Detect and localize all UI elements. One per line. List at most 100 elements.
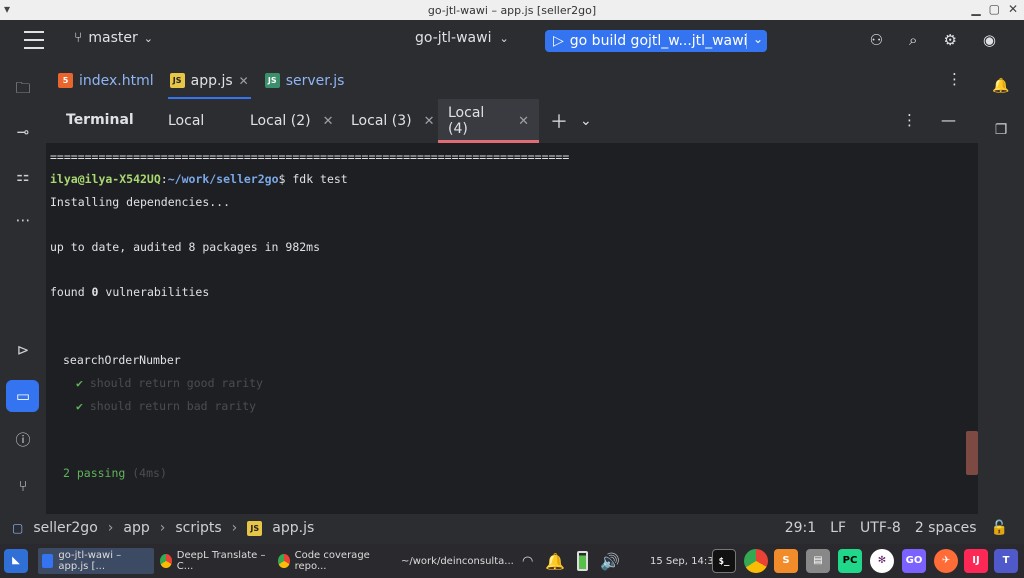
structure-icon[interactable]: ⚏ bbox=[13, 166, 33, 186]
terminal-header-actions: ⋮ — bbox=[902, 111, 956, 129]
terminal-tab-label: Local (4) bbox=[448, 105, 485, 137]
branch-selector[interactable]: ⑂ master ⌄ bbox=[74, 30, 153, 46]
cursor-position[interactable]: 29:1 bbox=[785, 520, 816, 536]
taskbar-item[interactable]: DeepL Translate – C... bbox=[156, 548, 272, 574]
minimize-icon[interactable]: ▁ bbox=[971, 2, 980, 16]
postman-app-icon[interactable]: ✈ bbox=[934, 549, 958, 573]
chrome-icon bbox=[278, 554, 290, 568]
taskbar-item-label: ~/work/deinconsulta... bbox=[401, 555, 514, 567]
tab-label: app.js bbox=[190, 72, 233, 89]
tab-server-js[interactable]: JS server.js bbox=[257, 62, 353, 99]
sublime-app-icon[interactable]: S bbox=[774, 549, 798, 573]
gear-icon[interactable]: ⚙ bbox=[943, 31, 956, 49]
close-icon[interactable]: ✕ bbox=[518, 114, 529, 129]
chevron-right-icon: › bbox=[231, 520, 238, 536]
pycharm-app-icon[interactable]: PC bbox=[838, 549, 862, 573]
teams-app-icon[interactable]: T bbox=[994, 549, 1018, 573]
battery-icon[interactable] bbox=[577, 551, 589, 571]
prompt-command: $ fdk test bbox=[278, 172, 348, 186]
files-app-icon[interactable]: ▤ bbox=[806, 549, 830, 573]
ai-assistant-icon[interactable]: ◉ bbox=[983, 31, 996, 49]
test-result: ✔ should return good rarity bbox=[76, 376, 263, 390]
wifi-icon[interactable]: ◠ bbox=[522, 554, 533, 569]
slack-app-icon[interactable]: ✻ bbox=[870, 549, 894, 573]
git-icon[interactable]: ⑂ bbox=[13, 476, 33, 496]
chevron-down-icon: ⌄ bbox=[499, 31, 509, 45]
test-name: should return bad rarity bbox=[89, 399, 257, 413]
window-title: go-jtl-wawi – app.js [seller2go] bbox=[427, 3, 597, 17]
add-user-icon[interactable]: ⚇ bbox=[870, 31, 883, 49]
search-icon[interactable]: ⌕ bbox=[909, 31, 917, 49]
output-line: up to date, audited 8 packages in 982ms bbox=[50, 240, 321, 254]
terminal-title: Terminal bbox=[66, 112, 134, 128]
terminal-icon[interactable]: ▭ bbox=[13, 386, 33, 406]
close-icon[interactable]: ✕ bbox=[239, 74, 249, 88]
taskbar-item[interactable]: Code coverage repo... bbox=[274, 548, 390, 574]
terminal-tab-local-3[interactable]: Local (3) ✕ bbox=[341, 99, 444, 143]
more-options-icon[interactable]: ⋮ bbox=[947, 70, 962, 88]
maximize-icon[interactable]: ▢ bbox=[989, 2, 1000, 16]
taskbar-item-label: go-jtl-wawi – app.js [... bbox=[58, 550, 122, 572]
divider bbox=[746, 33, 747, 49]
terminal-tab-local[interactable]: Local bbox=[158, 99, 214, 143]
status-indicators: 29:1 LF UTF-8 2 spaces 🔓 bbox=[785, 520, 1008, 536]
file-encoding[interactable]: UTF-8 bbox=[860, 520, 901, 536]
breadcrumb-item[interactable]: app bbox=[123, 520, 149, 536]
right-tool-strip: 🔔 ❐ bbox=[978, 62, 1024, 514]
left-tool-strip: 🗀 ⊸ ⚏ ⋯ ⊳ ▭ ⓘ ⑂ bbox=[0, 62, 46, 514]
goland-app-icon[interactable]: GO bbox=[902, 549, 926, 573]
commit-icon[interactable]: ⊸ bbox=[13, 122, 33, 142]
taskbar-item[interactable]: ~/work/deinconsulta... bbox=[392, 548, 514, 574]
test-summary: 2 passing (4ms) bbox=[63, 466, 167, 480]
terminal-app-icon[interactable]: $_ bbox=[712, 549, 736, 573]
scrollbar-thumb[interactable] bbox=[966, 431, 978, 475]
tab-index-html[interactable]: 5 index.html bbox=[50, 62, 162, 99]
more-options-icon[interactable]: ⋮ bbox=[902, 111, 917, 129]
taskbar-item[interactable]: go-jtl-wawi – app.js [... bbox=[38, 548, 154, 574]
terminal-output[interactable]: ========================================… bbox=[46, 143, 978, 514]
terminal-tab-local-4[interactable]: Local (4) ✕ bbox=[438, 99, 539, 143]
problems-icon[interactable]: ⓘ bbox=[13, 430, 33, 450]
run-icon: ▷ bbox=[553, 33, 564, 49]
window-menu-icon[interactable]: ▾ bbox=[4, 2, 10, 16]
prompt-line: ilya@ilya-X542UQ:~/work/seller2go$ fdk t… bbox=[50, 172, 348, 186]
plus-icon: ＋ bbox=[550, 112, 568, 133]
terminal-tab-label: Local (3) bbox=[351, 113, 412, 129]
notifications-icon[interactable]: 🔔 bbox=[991, 78, 1011, 98]
clock[interactable]: 15 Sep, 14:36 bbox=[650, 550, 720, 572]
notifications-bell-icon[interactable]: 🔔 bbox=[545, 552, 565, 571]
volume-icon[interactable]: 🔊 bbox=[600, 552, 620, 571]
terminal-tab-local-2[interactable]: Local (2) ✕ bbox=[240, 99, 343, 143]
chrome-app-icon[interactable] bbox=[744, 549, 768, 573]
chevron-down-icon[interactable]: ⌄ bbox=[753, 32, 763, 46]
indent-setting[interactable]: 2 spaces bbox=[915, 520, 977, 536]
close-icon[interactable]: ✕ bbox=[424, 114, 435, 129]
tab-app-js[interactable]: JS app.js ✕ bbox=[162, 62, 257, 99]
close-window-icon[interactable]: ✕ bbox=[1008, 2, 1018, 16]
project-name: go-jtl-wawi bbox=[415, 30, 492, 46]
breadcrumb-item[interactable]: scripts bbox=[175, 520, 221, 536]
breadcrumb-item[interactable]: app.js bbox=[272, 520, 314, 536]
more-tools-icon[interactable]: ⋯ bbox=[13, 210, 33, 230]
git-branch-icon: ⑂ bbox=[74, 30, 83, 46]
js-file-icon: JS bbox=[169, 73, 185, 88]
services-icon[interactable]: ⊳ bbox=[13, 340, 33, 360]
line-ending[interactable]: LF bbox=[830, 520, 846, 536]
output-text: found bbox=[50, 285, 92, 299]
module-icon: ▢ bbox=[12, 521, 24, 535]
intellij-app-icon[interactable]: IJ bbox=[964, 549, 988, 573]
test-result: ✔ should return bad rarity bbox=[76, 399, 256, 413]
lock-icon[interactable]: 🔓 bbox=[991, 520, 1008, 536]
tab-label: server.js bbox=[285, 72, 345, 89]
minimize-panel-icon[interactable]: — bbox=[941, 111, 956, 129]
close-icon[interactable]: ✕ bbox=[323, 114, 334, 129]
start-menu-icon[interactable]: ◣ bbox=[4, 549, 28, 573]
breadcrumb-item[interactable]: seller2go bbox=[33, 520, 97, 536]
folder-icon[interactable]: 🗀 bbox=[13, 78, 33, 98]
main-menu-icon[interactable] bbox=[24, 31, 44, 49]
copy-icon[interactable]: ❐ bbox=[991, 122, 1011, 142]
terminal-dropdown-button[interactable]: ⌄ bbox=[570, 99, 602, 143]
project-selector[interactable]: go-jtl-wawi ⌄ bbox=[415, 30, 509, 46]
chevron-right-icon: › bbox=[159, 520, 166, 536]
run-configuration-button[interactable]: ▷ go build gojtl_w...jtl_wawi ⌄ bbox=[545, 30, 767, 52]
